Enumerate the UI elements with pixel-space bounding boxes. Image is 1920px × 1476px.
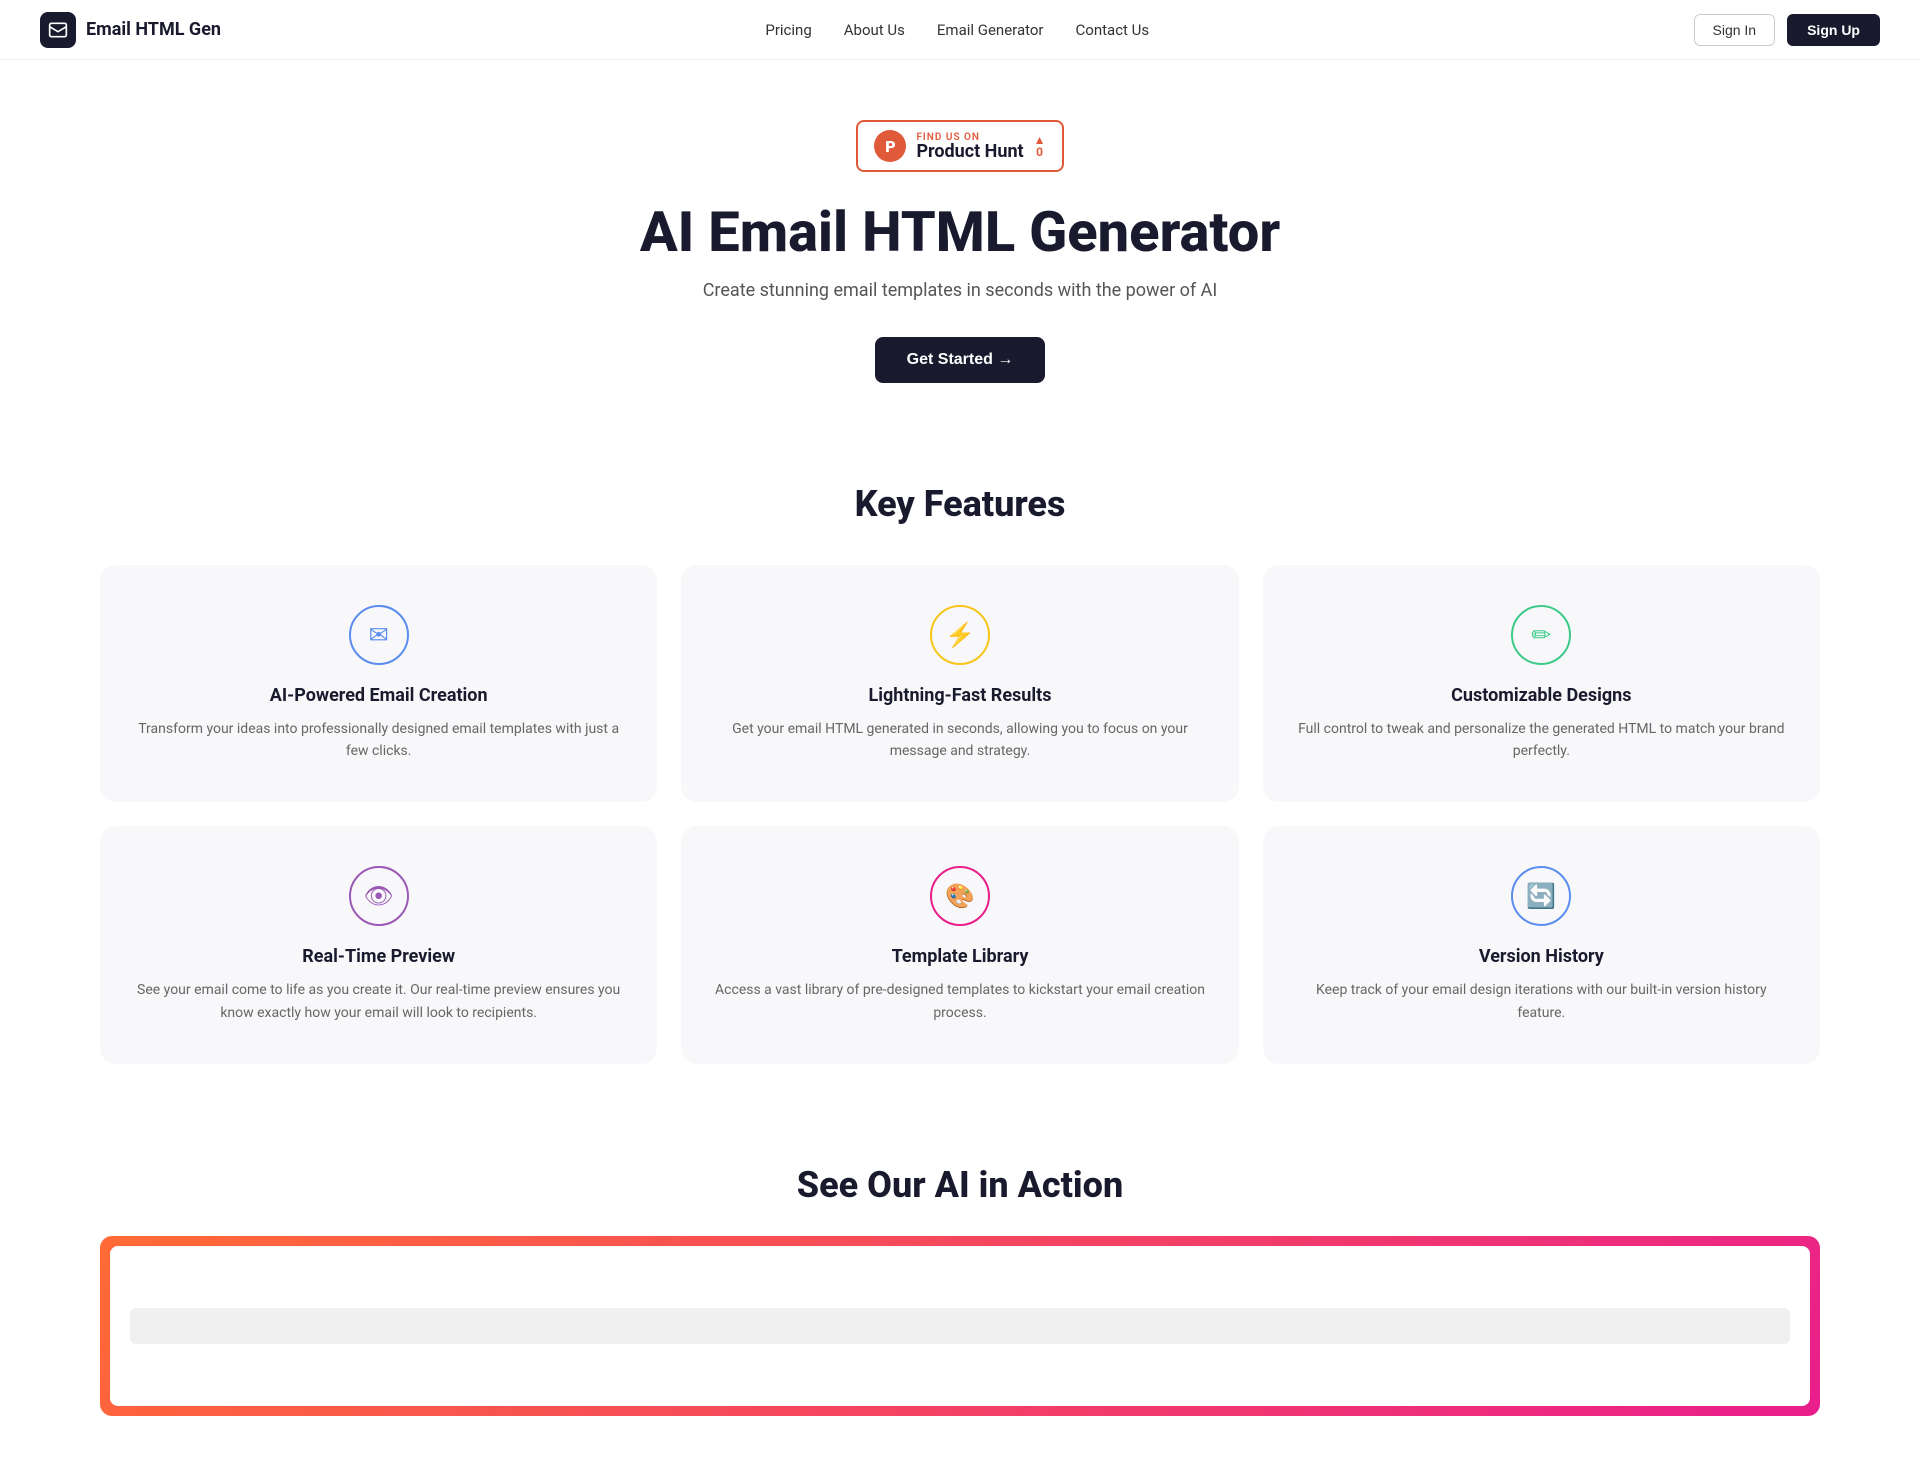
hero-section: P FIND US ON Product Hunt ▲ 0 AI Email H… — [0, 60, 1920, 423]
feature-card-real-time-preview: 👁 Real-Time Preview See your email come … — [100, 826, 657, 1064]
feature-desc-customizable: Full control to tweak and personalize th… — [1291, 718, 1792, 763]
feature-title-ai-powered: AI-Powered Email Creation — [270, 685, 488, 706]
signup-button[interactable]: Sign Up — [1787, 14, 1880, 46]
feature-desc-ai-powered: Transform your ideas into professionally… — [128, 718, 629, 763]
nav-links: Pricing About Us Email Generator Contact… — [765, 20, 1149, 39]
nav-actions: Sign In Sign Up — [1694, 14, 1880, 46]
feature-title-template-library: Template Library — [892, 946, 1029, 967]
ph-platform-name: Product Hunt — [916, 143, 1023, 161]
nav-contact[interactable]: Contact Us — [1076, 21, 1150, 39]
hero-subtitle: Create stunning email templates in secon… — [703, 280, 1218, 301]
logo[interactable]: Email HTML Gen — [40, 12, 221, 48]
features-section: Key Features ✉ AI-Powered Email Creation… — [0, 423, 1920, 1125]
ph-text: FIND US ON Product Hunt — [916, 132, 1023, 161]
feature-card-customizable: ✏ Customizable Designs Full control to t… — [1263, 565, 1820, 803]
nav-about[interactable]: About Us — [844, 21, 905, 39]
feature-desc-lightning-fast: Get your email HTML generated in seconds… — [709, 718, 1210, 763]
ph-upvote: ▲ 0 — [1034, 134, 1046, 158]
feature-title-real-time-preview: Real-Time Preview — [302, 946, 455, 967]
nav-pricing[interactable]: Pricing — [765, 21, 811, 39]
get-started-button[interactable]: Get Started → — [875, 337, 1046, 383]
logo-text: Email HTML Gen — [86, 19, 221, 40]
features-title: Key Features — [100, 483, 1820, 525]
feature-icon-real-time-preview: 👁 — [349, 866, 409, 926]
feature-title-customizable: Customizable Designs — [1451, 685, 1631, 706]
feature-icon-template-library: 🎨 — [930, 866, 990, 926]
feature-desc-template-library: Access a vast library of pre-designed te… — [709, 979, 1210, 1024]
navbar: Email HTML Gen Pricing About Us Email Ge… — [0, 0, 1920, 60]
demo-inner — [110, 1246, 1810, 1406]
features-grid: ✉ AI-Powered Email Creation Transform yo… — [100, 565, 1820, 1065]
feature-icon-ai-powered: ✉ — [349, 605, 409, 665]
demo-bar — [130, 1308, 1790, 1344]
nav-generator[interactable]: Email Generator — [937, 21, 1044, 39]
feature-title-lightning-fast: Lightning-Fast Results — [869, 685, 1052, 706]
feature-card-lightning-fast: ⚡ Lightning-Fast Results Get your email … — [681, 565, 1238, 803]
feature-card-template-library: 🎨 Template Library Access a vast library… — [681, 826, 1238, 1064]
feature-desc-version-history: Keep track of your email design iteratio… — [1291, 979, 1792, 1024]
ph-logo-icon: P — [874, 130, 906, 162]
demo-section: See Our AI in Action — [0, 1124, 1920, 1476]
hero-title: AI Email HTML Generator — [640, 202, 1280, 264]
feature-card-ai-powered: ✉ AI-Powered Email Creation Transform yo… — [100, 565, 657, 803]
product-hunt-badge[interactable]: P FIND US ON Product Hunt ▲ 0 — [856, 120, 1063, 172]
signin-button[interactable]: Sign In — [1694, 14, 1776, 46]
feature-icon-customizable: ✏ — [1511, 605, 1571, 665]
feature-card-version-history: 🔄 Version History Keep track of your ema… — [1263, 826, 1820, 1064]
feature-icon-version-history: 🔄 — [1511, 866, 1571, 926]
logo-icon — [40, 12, 76, 48]
demo-container — [100, 1236, 1820, 1416]
ph-vote-count: 0 — [1036, 146, 1043, 158]
feature-icon-lightning-fast: ⚡ — [930, 605, 990, 665]
demo-title: See Our AI in Action — [100, 1164, 1820, 1206]
feature-desc-real-time-preview: See your email come to life as you creat… — [128, 979, 629, 1024]
feature-title-version-history: Version History — [1479, 946, 1604, 967]
